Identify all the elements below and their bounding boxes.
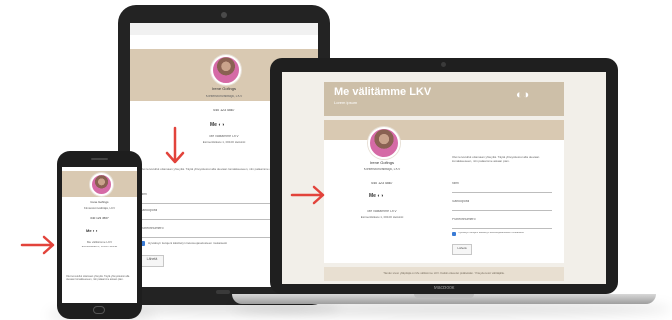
laptop-name-label: Nimi bbox=[452, 182, 459, 185]
laptop-agent-title: Kiinteistönvälittäjä, LKV bbox=[363, 168, 401, 171]
laptop-office: Me välitämme LKV bbox=[367, 210, 397, 213]
laptop-name-input[interactable] bbox=[452, 188, 552, 193]
phone-office: Me välitämme LKV bbox=[86, 241, 113, 244]
tablet-phone-label: Puhelinnumero bbox=[140, 227, 164, 230]
phone-agent-title: Kiinteistönvälittäjä, LKV bbox=[83, 207, 116, 210]
laptop-consent-label: Hyväksyn tietojeni käsittelyn tietosuoja… bbox=[458, 232, 524, 234]
phone-agent-name: Irene Gofings bbox=[90, 201, 109, 204]
phone-device: Irene Gofings Kiinteistönvälittäjä, LKV … bbox=[57, 151, 142, 319]
laptop-consent-checkbox[interactable] bbox=[452, 232, 456, 236]
laptop-agent-phone[interactable]: 040 123 4567 bbox=[342, 182, 422, 186]
laptop-banner bbox=[324, 120, 564, 140]
phone-screen: Irene Gofings Kiinteistönvälittäjä, LKV … bbox=[62, 167, 137, 303]
laptop-email-label: Sähköposti bbox=[452, 200, 470, 203]
laptop-agent-avatar bbox=[368, 127, 400, 159]
laptop-email-input[interactable] bbox=[452, 206, 552, 211]
tablet-company-logo: Me ◐◑ bbox=[210, 122, 225, 128]
phone-company-logo: Me ◐◑ bbox=[86, 228, 98, 233]
laptop-lid: Me välitämme LKV Lorem ipsum ◐◑ Irene Go… bbox=[270, 58, 618, 294]
laptop-company-logo: Me ◐◑ bbox=[369, 193, 384, 199]
laptop-screen: Me välitämme LKV Lorem ipsum ◐◑ Irene Go… bbox=[282, 72, 606, 284]
laptop-base bbox=[232, 294, 656, 304]
phone-home-button bbox=[93, 306, 105, 314]
phone-form-intro: Olet tervetullut ottamaan yhteyttä. Täyt… bbox=[66, 275, 130, 282]
laptop-phone-label: Puhelinnumero bbox=[452, 218, 476, 221]
laptop-camera bbox=[441, 62, 446, 67]
tablet-agent-avatar bbox=[211, 55, 241, 85]
laptop-form-intro: Olet tervetullut ottamaan yhteyttä. Täyt… bbox=[452, 156, 540, 163]
tablet-camera bbox=[221, 12, 227, 18]
laptop-footer-text: Tämän sivun ylläpitäjä on Me välitämme L… bbox=[383, 272, 505, 275]
laptop-submit-button[interactable]: Lähetä bbox=[452, 244, 472, 255]
phone-agent-avatar bbox=[90, 173, 113, 196]
brand-subtitle: Lorem ipsum bbox=[334, 101, 358, 105]
tablet-email-label: Sähköposti bbox=[140, 209, 158, 212]
laptop-brand-label: MacBook bbox=[433, 286, 455, 291]
arrow-down-icon bbox=[165, 126, 185, 164]
phone-agent-phone[interactable]: 040 123 4567 bbox=[62, 217, 137, 220]
arrow-right-icon bbox=[290, 185, 325, 205]
tablet-submit-button[interactable]: Lähetä bbox=[140, 255, 164, 267]
arrow-right-icon bbox=[20, 235, 55, 255]
tablet-topbar bbox=[130, 23, 318, 35]
phone-speaker bbox=[91, 158, 108, 160]
phone-address: Esimerkkikatu 1, 00100 Helsinki bbox=[81, 246, 118, 248]
laptop-phone-input[interactable] bbox=[452, 224, 552, 229]
header-logo-icon: ◐◑ bbox=[516, 89, 530, 101]
laptop-address: Esimerkkikatu 1, 00100 Helsinki bbox=[360, 216, 404, 219]
brand-title: Me välitämme LKV bbox=[334, 87, 432, 98]
laptop-agent-name: Irene Gofings bbox=[369, 161, 394, 165]
tablet-home-button bbox=[216, 290, 230, 294]
laptop-notch bbox=[414, 294, 474, 298]
